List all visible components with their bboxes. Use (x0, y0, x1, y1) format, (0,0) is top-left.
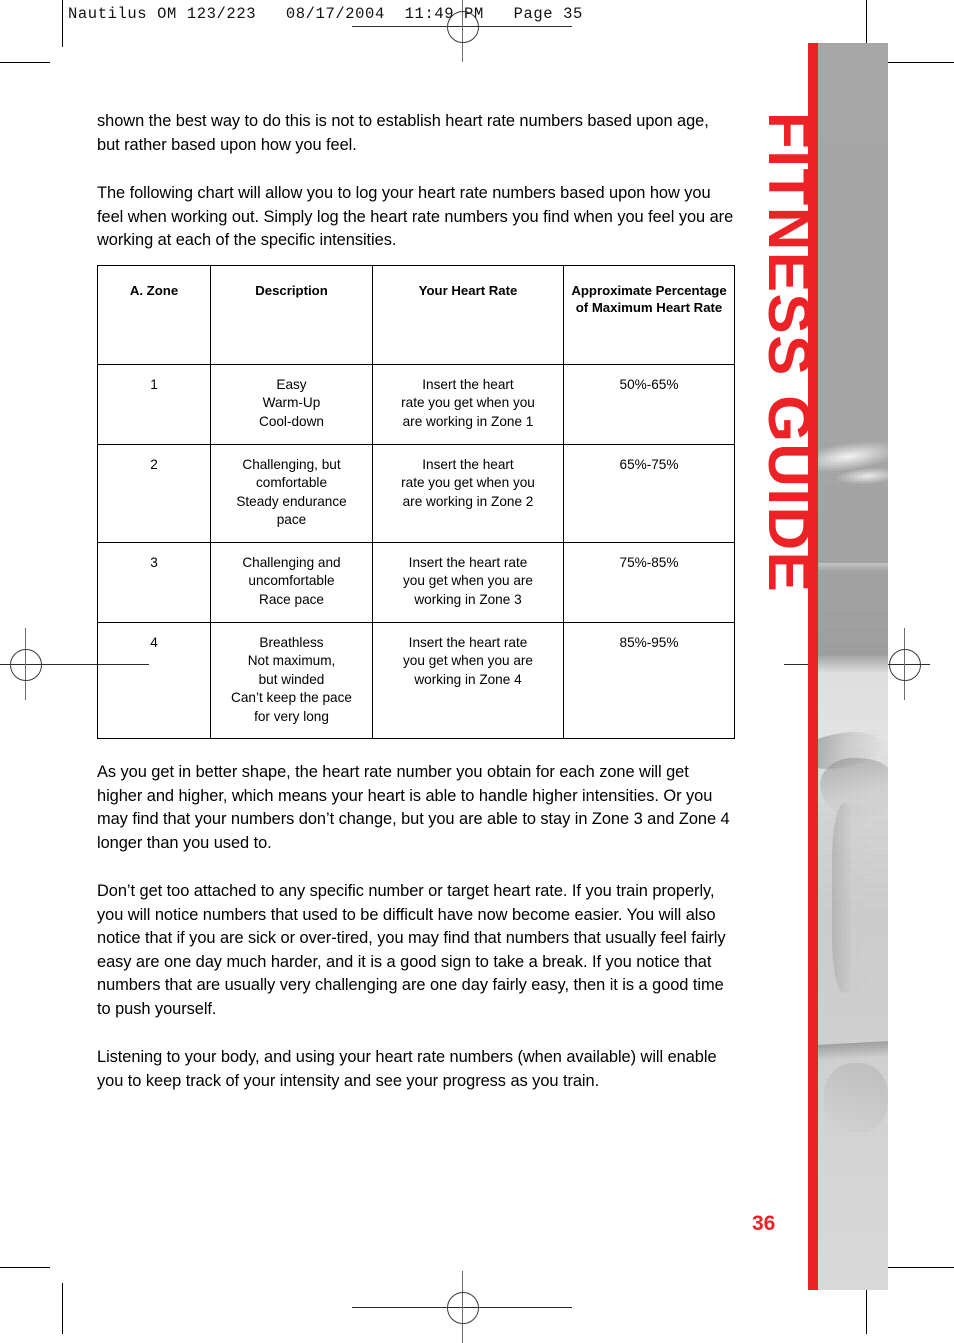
paragraph-chart-instructions: The following chart will allow you to lo… (97, 184, 734, 249)
table-row: 3 Challenging and uncomfortable Race pac… (97, 541, 735, 623)
cell-description: Challenging, but comfortable Steady endu… (210, 443, 373, 543)
table-row: 2 Challenging, but comfortable Steady en… (97, 443, 735, 543)
table-row: 1 Easy Warm-Up Cool-down Insert the hear… (97, 363, 735, 445)
column-header-description: Description (210, 264, 373, 365)
table-header-row: A. Zone Description Your Heart Rate Appr… (97, 264, 735, 365)
cell-description: Challenging and uncomfortable Race pace (210, 541, 373, 623)
cell-percentage: 65%-75% (563, 443, 735, 543)
cell-zone: 1 (97, 363, 211, 445)
sidebar-photo-strip (818, 43, 888, 1290)
paragraph-dont-get-attached: Don’t get too attached to any specific n… (97, 882, 726, 1018)
registration-ring (447, 11, 479, 43)
main-content-column: shown the best way to do this is not to … (97, 110, 735, 1118)
cell-heart-rate[interactable]: Insert the heart rate you get when you a… (372, 363, 564, 445)
cell-heart-rate[interactable]: Insert the heart rate you get when you a… (372, 621, 564, 739)
cell-zone: 3 (97, 541, 211, 623)
column-header-heart-rate: Your Heart Rate (372, 264, 564, 365)
crop-mark-top-left-horizontal (0, 62, 50, 63)
cell-zone: 2 (97, 443, 211, 543)
cell-heart-rate[interactable]: Insert the heart rate you get when you a… (372, 541, 564, 623)
cell-description: Breathless Not maximum, but winded Can’t… (210, 621, 373, 739)
print-header-slug: Nautilus OM 123/223 08/17/2004 11:49 PM … (68, 5, 583, 23)
paragraph-intro-continued: shown the best way to do this is not to … (97, 112, 709, 154)
cell-zone: 4 (97, 621, 211, 739)
cell-percentage: 85%-95% (563, 621, 735, 739)
registration-ring (447, 1292, 479, 1324)
crop-mark-top-left-vertical (62, 0, 63, 47)
column-header-percentage: Approximate Percentage of Maximum Heart … (563, 264, 735, 365)
crop-mark-bottom-left-vertical (62, 1283, 63, 1334)
crop-mark-bottom-right-horizontal (884, 1267, 954, 1268)
heart-rate-zone-table: A. Zone Description Your Heart Rate Appr… (97, 264, 735, 740)
registration-ring (889, 649, 921, 681)
table-row: 4 Breathless Not maximum, but winded Can… (97, 621, 735, 739)
page-number: 36 (752, 1212, 776, 1235)
photo-grain-overlay (818, 43, 888, 1290)
crop-mark-top-right-vertical (866, 0, 867, 47)
cell-percentage: 75%-85% (563, 541, 735, 623)
paragraph-better-shape: As you get in better shape, the heart ra… (97, 763, 730, 852)
crop-mark-top-right-horizontal (884, 62, 954, 63)
cell-description: Easy Warm-Up Cool-down (210, 363, 373, 445)
paragraph-listening-to-body: Listening to your body, and using your h… (97, 1048, 717, 1090)
cell-heart-rate[interactable]: Insert the heart rate you get when you a… (372, 443, 564, 543)
sidebar-section-title: FITNESS GUIDE (756, 112, 822, 594)
registration-ring (10, 649, 42, 681)
column-header-zone: A. Zone (97, 264, 211, 365)
crop-mark-bottom-left-horizontal (0, 1267, 50, 1268)
cell-percentage: 50%-65% (563, 363, 735, 445)
crop-mark-bottom-right-vertical (866, 1283, 867, 1334)
